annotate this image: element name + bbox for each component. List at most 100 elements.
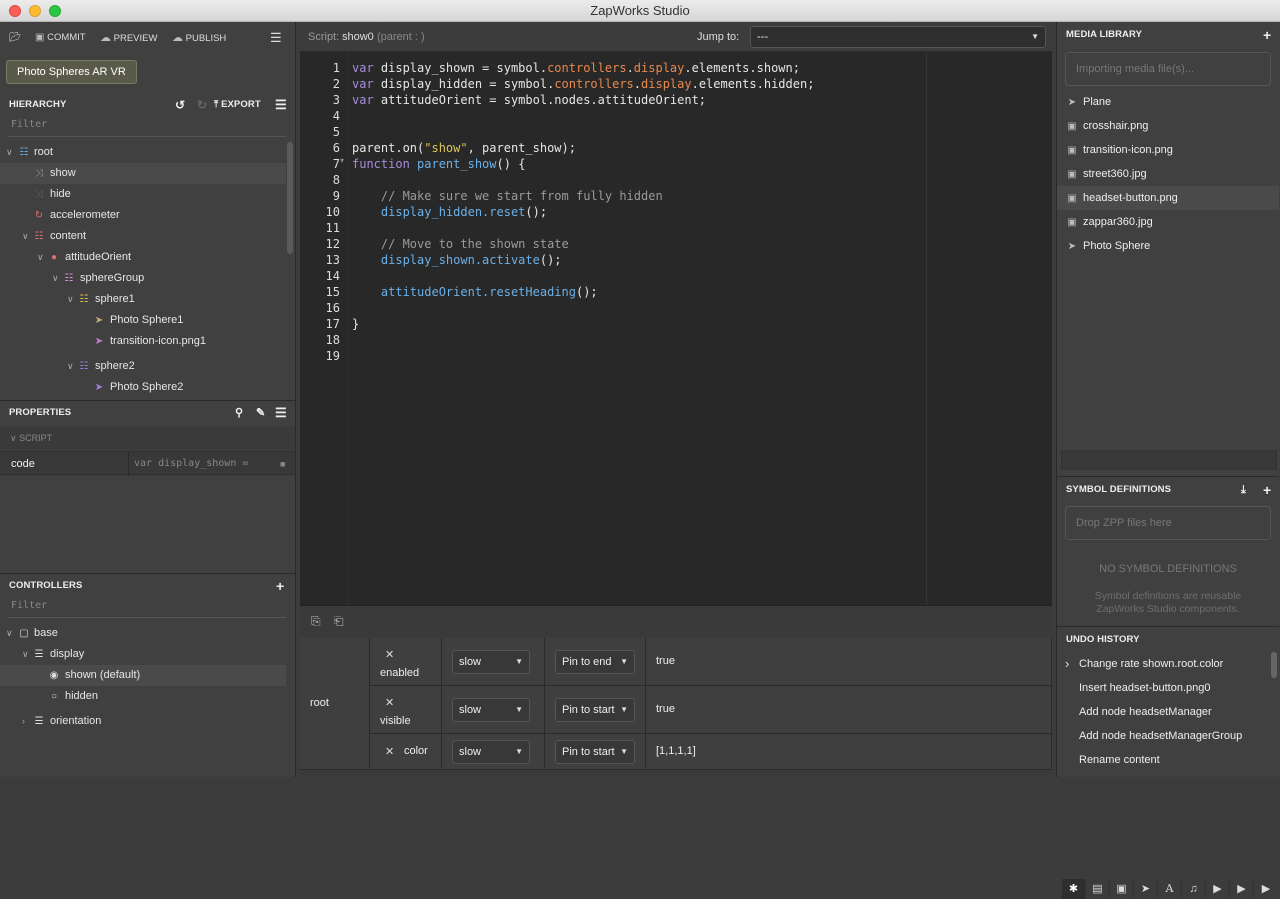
project-name-button[interactable]: Photo Spheres AR VR (6, 60, 137, 84)
undo-history-item[interactable]: Add node headsetManagerGroup (1079, 724, 1242, 748)
chevron-down-icon[interactable]: ∨ (52, 268, 62, 289)
hierarchy-scrollbar[interactable] (287, 142, 293, 254)
code-editor[interactable]: 1 2 3 4 5 6 7 8 9 10 11 12 13 14 15 16 17 18 19 ▾ var disp… (300, 52, 1052, 605)
property-value-field[interactable]: var display_shown = (134, 452, 248, 476)
filter-video-icon[interactable]: ▶ (1230, 879, 1254, 899)
tree-node-hide[interactable]: ⤨ hide (0, 184, 286, 205)
chevron-right-icon[interactable]: › (22, 711, 32, 732)
undo-icon[interactable]: ↺ (175, 94, 185, 116)
copy-icon[interactable]: ⎘ (311, 614, 321, 629)
chevron-down-icon[interactable]: ∨ (67, 289, 77, 310)
property-value[interactable]: true (656, 703, 675, 715)
table-cell: [1,1,1,1] (646, 734, 1052, 770)
media-drop-zone[interactable]: Importing media file(s)... (1065, 52, 1271, 86)
rocket-icon: ➤ (94, 336, 104, 347)
media-item[interactable]: ▣ transition-icon.png (1065, 138, 1173, 162)
add-symbol-icon[interactable]: + (1263, 479, 1271, 501)
filter-script-icon[interactable]: ▤ (1086, 879, 1110, 899)
ease-select[interactable]: slow ▼ (452, 740, 530, 764)
commit-button[interactable]: ▣ COMMIT (35, 22, 86, 54)
tree-node-sphere2[interactable]: ∨ ☷ sphere2 (0, 356, 286, 377)
controller-node-base[interactable]: ∨ ▢ base (0, 623, 286, 644)
filter-image-icon[interactable]: ▣ (1110, 879, 1134, 899)
tree-node-show[interactable]: ⤨ show (0, 163, 286, 184)
undo-history-item[interactable]: Change rate shown.root.color (1079, 652, 1223, 676)
controller-node-label: shown (default) (65, 669, 141, 681)
zoom-window-button[interactable] (49, 5, 61, 17)
hierarchy-header: HIERARCHY ↺ ↻ ⤒ EXPORT ☰ (0, 94, 295, 116)
add-media-icon[interactable]: + (1263, 24, 1271, 46)
download-icon[interactable]: ⤓ (1241, 479, 1246, 501)
remove-icon[interactable]: ✕ (385, 696, 394, 709)
properties-menu-icon[interactable]: ☰ (275, 402, 287, 424)
chevron-down-icon[interactable]: ∨ (6, 623, 16, 644)
ease-select[interactable]: slow ▼ (452, 698, 530, 722)
publish-button[interactable]: ☁ PUBLISH (172, 22, 226, 54)
close-window-button[interactable] (9, 5, 21, 17)
tree-node-photo-sphere1[interactable]: ➤ Photo Sphere1 (0, 310, 286, 331)
filter-rocket-icon[interactable]: ➤ (1134, 879, 1158, 899)
edit-icon[interactable]: ✎ (256, 402, 265, 424)
remove-icon[interactable]: ✕ (385, 745, 394, 758)
controller-node-label: display (50, 648, 85, 660)
property-value[interactable]: [1,1,1,1] (656, 745, 696, 757)
pin-select[interactable]: Pin to start ▼ (555, 698, 635, 722)
hierarchy-menu-icon[interactable]: ☰ (275, 94, 287, 116)
hierarchy-filter-input[interactable]: Filter (11, 119, 47, 130)
chevron-down-icon[interactable]: ∨ (22, 644, 32, 665)
filter-all-icon[interactable]: ✱ (1062, 879, 1086, 899)
code-content[interactable]: var display_shown = symbol.controllers.d… (352, 60, 814, 348)
divider (8, 136, 286, 137)
remove-icon[interactable]: ✕ (385, 648, 394, 661)
undo-history-scrollbar[interactable] (1271, 652, 1277, 678)
minimize-window-button[interactable] (29, 5, 41, 17)
preview-button[interactable]: ☁ PREVIEW (100, 22, 157, 54)
tree-node-content[interactable]: ∨ ☷ content (0, 226, 286, 247)
controller-node-display[interactable]: ∨ ☰ display (0, 644, 286, 665)
media-item[interactable]: ▣ headset-button.png (1057, 186, 1279, 210)
add-controller-icon[interactable]: + (276, 575, 284, 597)
tree-node-attitudeorient[interactable]: ∨ ● attitudeOrient (0, 247, 286, 268)
undo-history-item[interactable]: Insert headset-button.png0 (1079, 676, 1210, 700)
controllers-filter-input[interactable]: Filter (11, 600, 47, 611)
redo-icon[interactable]: ↻ (197, 94, 207, 116)
tree-node-photo-sphere2[interactable]: ➤ Photo Sphere2 (0, 377, 286, 396)
property-value[interactable]: true (656, 655, 675, 667)
controller-node-shown[interactable]: ◉ shown (default) (0, 665, 286, 686)
open-folder-icon[interactable]: 📂︎ (9, 22, 21, 54)
tree-node-spheregroup[interactable]: ∨ ☷ sphereGroup (0, 268, 286, 289)
undo-history-item[interactable]: Rename content (1079, 748, 1160, 772)
controller-node-hidden[interactable]: ○ hidden (0, 686, 286, 707)
pin-select[interactable]: Pin to end ▼ (555, 650, 635, 674)
tree-node-transition-icon[interactable]: ➤ transition-icon.png1 (0, 331, 286, 352)
controller-node-orientation[interactable]: › ☰ orientation (0, 711, 286, 732)
filter-video-icon[interactable]: ▶ (1206, 879, 1230, 899)
ease-select[interactable]: slow ▼ (452, 650, 530, 674)
media-item[interactable]: ➤ Plane (1065, 90, 1111, 114)
undo-history-item[interactable]: Add node headsetManager (1079, 700, 1212, 724)
tree-node-accelerometer[interactable]: ↻ accelerometer (0, 205, 286, 226)
export-button[interactable]: ⤒ EXPORT (214, 94, 261, 116)
chevron-down-icon[interactable]: ∨ (22, 226, 32, 247)
fold-arrow-icon[interactable]: ▾ (340, 156, 344, 165)
menu-icon[interactable]: ☰ (270, 22, 282, 54)
media-item[interactable]: ➤ Photo Sphere (1065, 234, 1150, 258)
media-item[interactable]: ▣ street360.jpg (1065, 162, 1146, 186)
chevron-down-icon[interactable]: ∨ (67, 356, 77, 377)
tree-node-root[interactable]: ∨ ☷ root (0, 142, 286, 163)
paste-icon[interactable]: ⎗ (334, 614, 344, 629)
filter-font-icon[interactable]: A (1158, 879, 1182, 899)
properties-section-header[interactable]: ∨ SCRIPT (0, 426, 295, 450)
symbol-drop-zone[interactable]: Drop ZPP files here (1065, 506, 1271, 540)
search-icon[interactable]: ⚲ (235, 402, 243, 424)
tree-node-sphere1[interactable]: ∨ ☷ sphere1 (0, 289, 286, 310)
square-icon: ▢ (19, 628, 29, 639)
chevron-down-icon[interactable]: ∨ (6, 142, 16, 163)
filter-audio-icon[interactable]: ♫ (1182, 879, 1206, 899)
media-item[interactable]: ▣ crosshair.png (1065, 114, 1148, 138)
filter-video-icon[interactable]: ▶ (1254, 879, 1278, 899)
chevron-down-icon[interactable]: ∨ (37, 247, 47, 268)
pin-select[interactable]: Pin to start ▼ (555, 740, 635, 764)
media-item[interactable]: ▣ zappar360.jpg (1065, 210, 1152, 234)
jump-to-select[interactable]: --- ▼ (750, 26, 1046, 48)
